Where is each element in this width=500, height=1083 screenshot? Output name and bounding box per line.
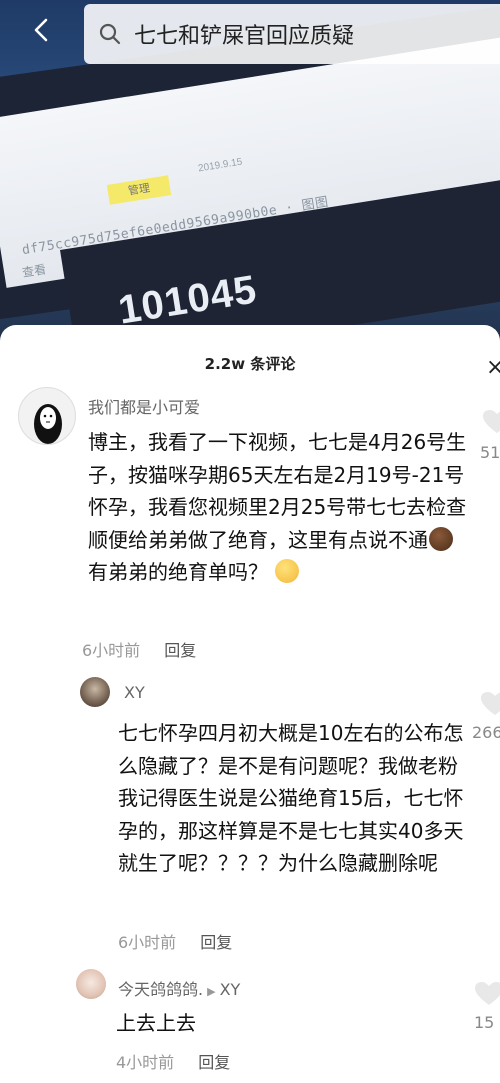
reply-button[interactable]: 回复 bbox=[164, 641, 196, 660]
back-button[interactable] bbox=[20, 8, 64, 52]
reply-button[interactable]: 回复 bbox=[198, 1053, 230, 1072]
like-heart-icon[interactable] bbox=[474, 981, 500, 1007]
comment-text: 上去上去 bbox=[116, 1011, 196, 1035]
reply-to-arrow-icon: ▶ bbox=[207, 985, 216, 998]
search-icon bbox=[99, 23, 121, 45]
like-count: 51 bbox=[480, 443, 500, 462]
comment-time: 6小时前 bbox=[118, 933, 177, 952]
comment-meta: 6小时前 回复 bbox=[82, 637, 196, 661]
back-arrow-icon bbox=[34, 18, 48, 42]
comments-panel: 2.2w 条评论 × 我们都是小可爱 博主，我看了一下视频，七七是4月26号生子… bbox=[0, 325, 500, 1083]
like-heart-icon[interactable] bbox=[482, 409, 500, 435]
comment-username: 今天鸽鸽鸽. ▶ XY bbox=[118, 976, 240, 1000]
comments-count-title: 2.2w 条评论 bbox=[204, 355, 296, 373]
pleading-face-emoji-icon bbox=[275, 559, 300, 583]
comment-meta: 4小时前 回复 bbox=[116, 1049, 230, 1073]
reply-button[interactable]: 回复 bbox=[200, 933, 232, 952]
comment-meta: 6小时前 回复 bbox=[118, 929, 232, 953]
search-query: 七七和铲屎官回应质疑 bbox=[134, 24, 355, 49]
comment-text: 七七怀孕四月初大概是10左右的公布怎么隐藏了？是不是有问题呢？我做老粉我记得医生… bbox=[118, 721, 464, 875]
like-count: 15 bbox=[474, 1013, 495, 1032]
comment-time: 4小时前 bbox=[116, 1053, 175, 1072]
comment-username[interactable]: XY bbox=[124, 683, 145, 702]
like-count: 266 bbox=[472, 723, 500, 742]
comment-text-part: 有弟弟的绝育单吗？ bbox=[88, 560, 268, 584]
no-face-avatar-icon bbox=[34, 404, 62, 444]
like-heart-icon[interactable] bbox=[480, 691, 500, 717]
comment-username-label[interactable]: 今天鸽鸽鸽. bbox=[118, 980, 203, 999]
search-header: 七七和铲屎官回应质疑 bbox=[0, 0, 500, 66]
comment-text: 博主，我看了一下视频，七七是4月26号生子，按猫咪孕期65天左右是2月19号-2… bbox=[88, 426, 470, 589]
comment-text-part: 博主，我看了一下视频，七七是4月26号生子，按猫咪孕期65天左右是2月19号-2… bbox=[88, 430, 467, 552]
comment-username[interactable]: 我们都是小可爱 bbox=[88, 394, 200, 418]
avatar[interactable] bbox=[76, 969, 106, 999]
close-button[interactable]: × bbox=[486, 355, 500, 380]
comment-time: 6小时前 bbox=[82, 641, 141, 660]
search-input[interactable]: 七七和铲屎官回应质疑 bbox=[84, 4, 500, 64]
reply-to-username[interactable]: XY bbox=[220, 980, 241, 999]
avatar[interactable] bbox=[18, 387, 76, 445]
avatar[interactable] bbox=[80, 677, 110, 707]
poop-emoji-icon bbox=[429, 526, 453, 551]
